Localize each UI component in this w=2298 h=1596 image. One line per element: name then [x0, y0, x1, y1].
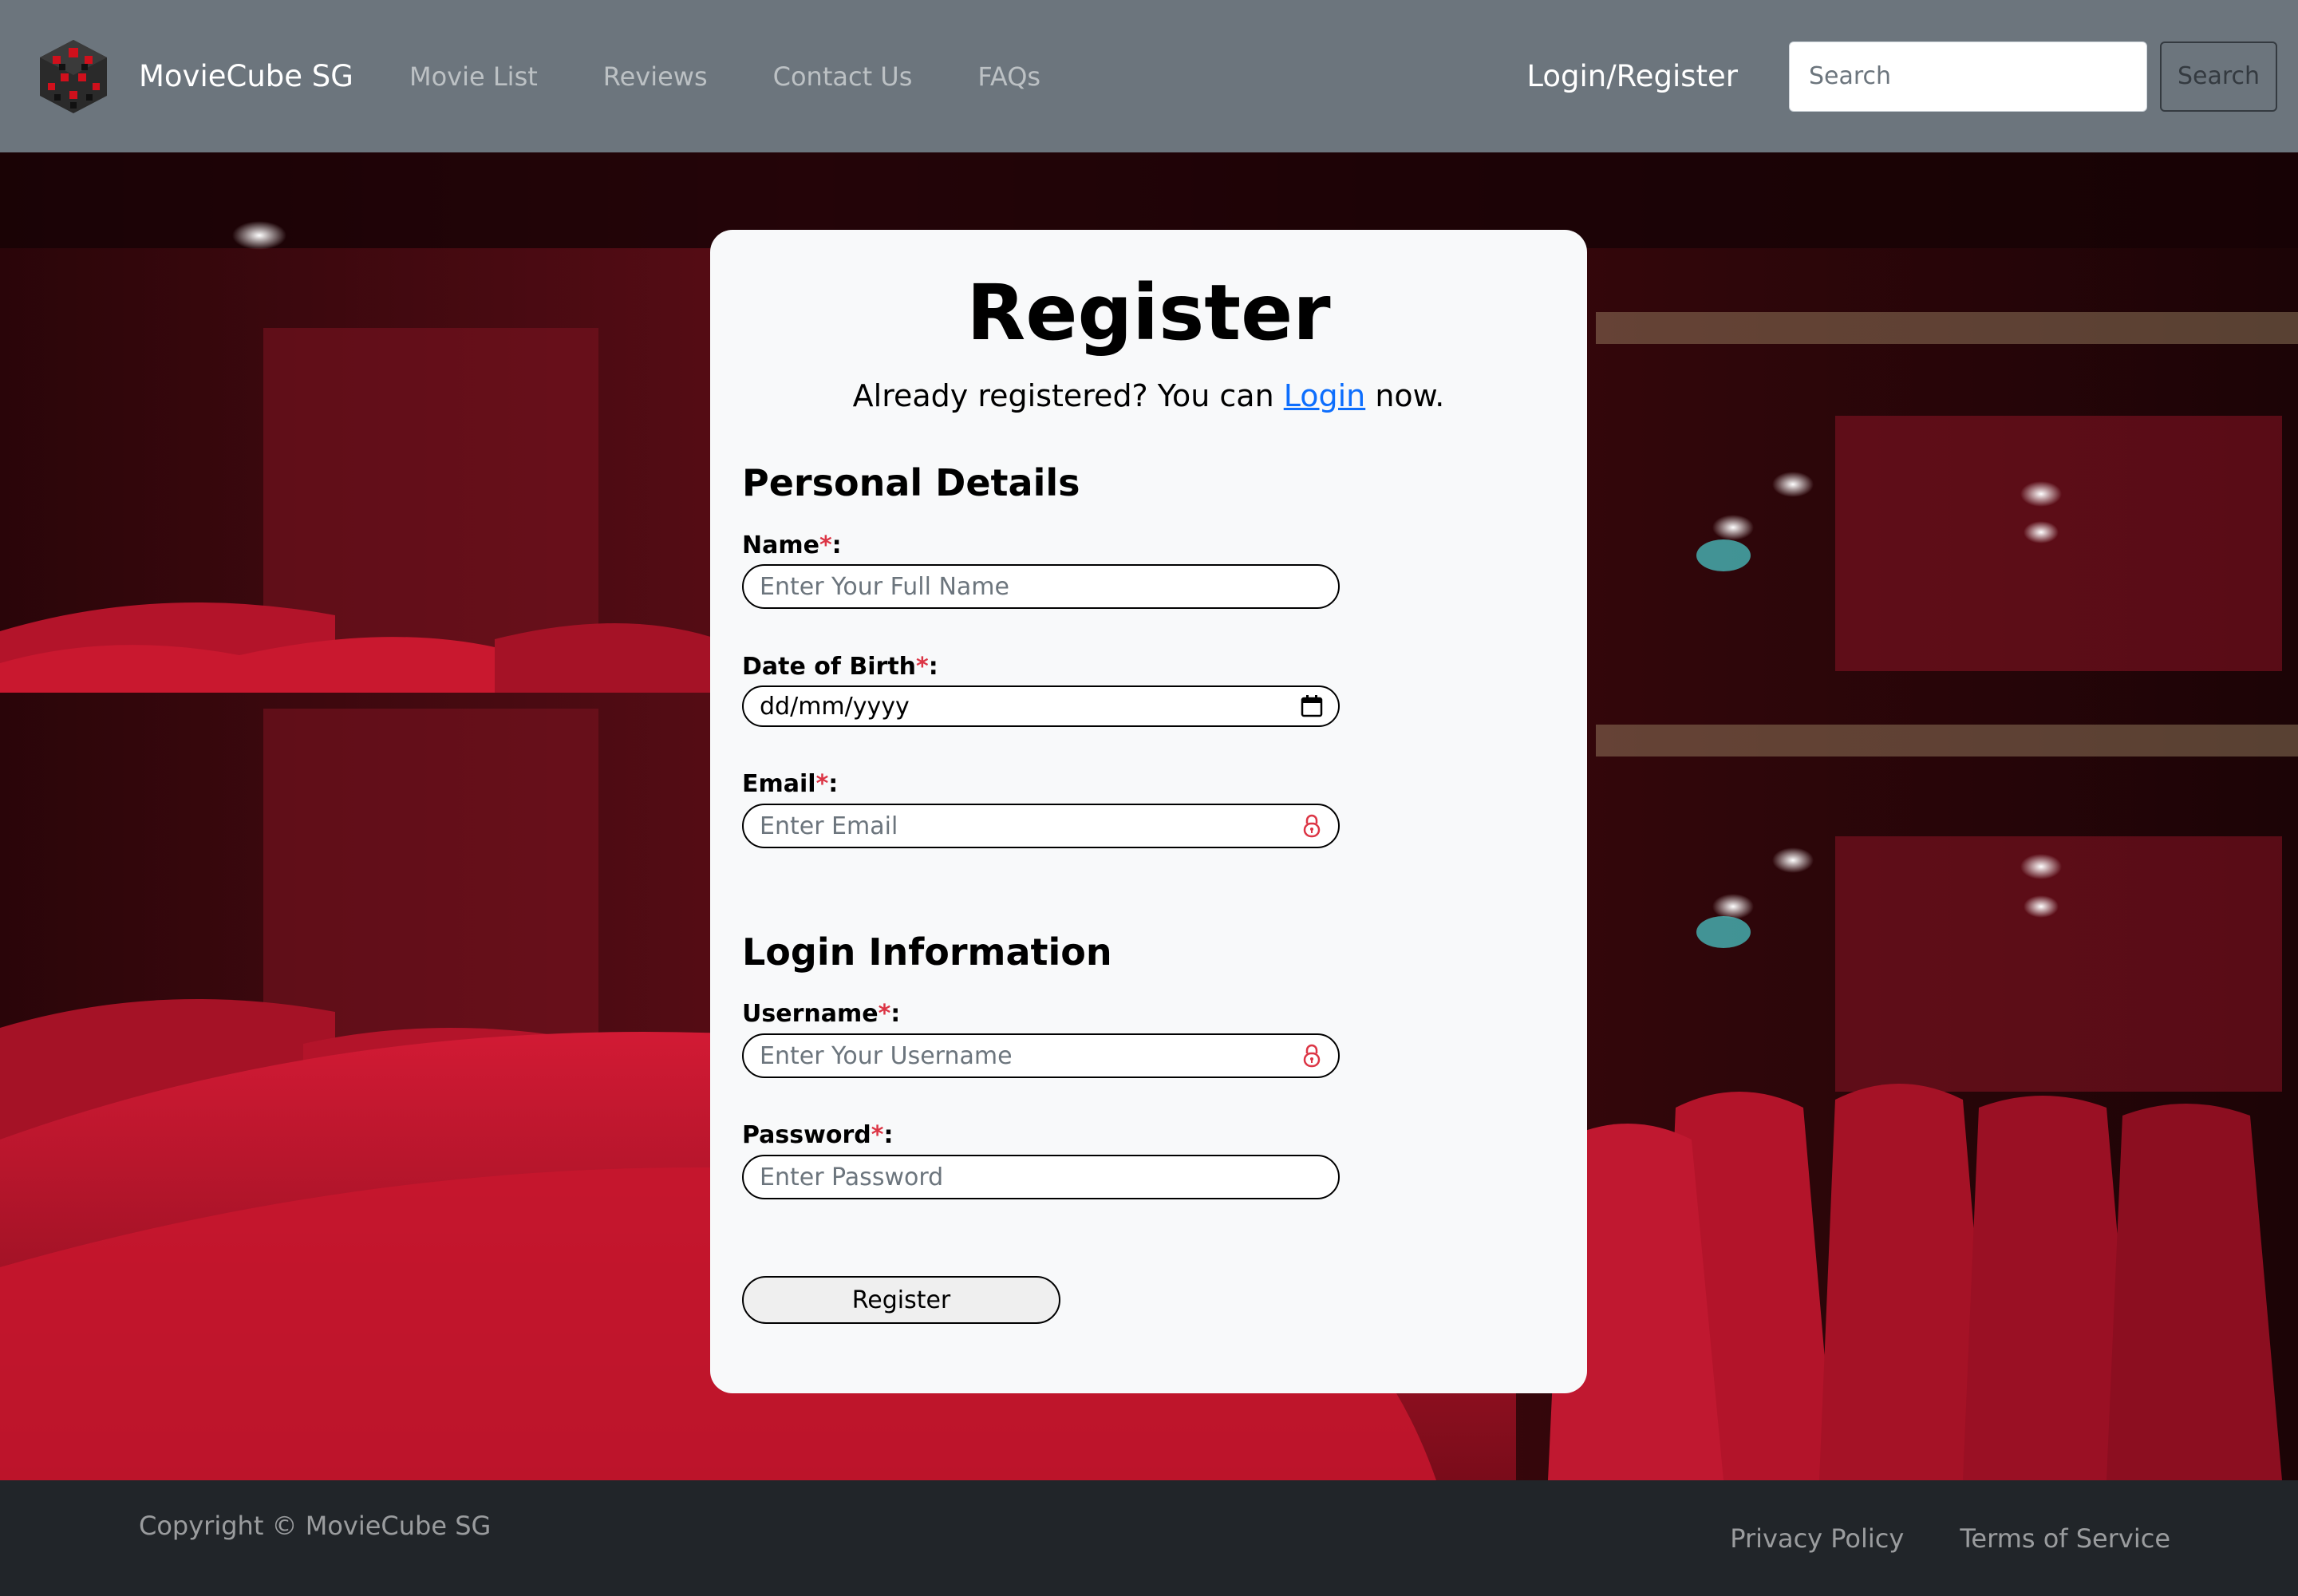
register-page: MovieCube SG Movie List Reviews Contact …	[0, 0, 2298, 1596]
footer: Copyright © MovieCube SG Privacy Policy …	[0, 1480, 2298, 1596]
search-button[interactable]: Search	[2160, 41, 2277, 112]
form-title: Register	[966, 268, 1331, 358]
nav-link-movie-list[interactable]: Movie List	[409, 61, 538, 92]
brand-name: MovieCube SG	[139, 59, 353, 93]
login-prompt: Already registered? You can Login now.	[710, 378, 1587, 413]
login-information-heading: Login Information	[742, 930, 1112, 974]
required-marker: *	[878, 1000, 891, 1028]
search-input[interactable]	[1789, 41, 2147, 112]
nav-link-contact-us[interactable]: Contact Us	[773, 61, 913, 92]
label-colon: :	[928, 653, 938, 681]
label-colon: :	[883, 1121, 894, 1149]
email-field[interactable]	[760, 812, 1300, 840]
username-label: Username*:	[742, 1000, 900, 1028]
calendar-icon[interactable]	[1300, 693, 1324, 720]
lock-icon	[1303, 814, 1321, 838]
nav-link-faqs[interactable]: FAQs	[977, 61, 1040, 92]
required-marker: *	[819, 531, 832, 559]
terms-of-service-link[interactable]: Terms of Service	[1960, 1523, 2170, 1554]
email-label: Email*:	[742, 770, 838, 798]
email-field-box	[742, 804, 1340, 848]
lock-icon	[1303, 1044, 1321, 1068]
login-register-link[interactable]: Login/Register	[1526, 59, 1738, 93]
cube-logo-icon	[40, 39, 107, 113]
email-label-text: Email	[742, 770, 816, 798]
name-field[interactable]	[760, 572, 1324, 601]
required-marker: *	[916, 653, 929, 681]
password-label: Password*:	[742, 1121, 893, 1149]
required-marker: *	[815, 770, 829, 798]
nav-link-reviews[interactable]: Reviews	[603, 61, 708, 92]
name-field-box	[742, 564, 1340, 609]
dob-label: Date of Birth*:	[742, 653, 938, 681]
dob-label-text: Date of Birth	[742, 653, 917, 681]
label-colon: :	[831, 531, 842, 559]
name-label-text: Name	[742, 531, 819, 559]
personal-details-heading: Personal Details	[742, 461, 1080, 504]
username-label-text: Username	[742, 1000, 879, 1028]
username-field[interactable]	[760, 1041, 1300, 1070]
username-field-box	[742, 1033, 1340, 1078]
brand-link[interactable]: MovieCube SG	[37, 38, 353, 115]
name-label: Name*:	[742, 531, 842, 559]
privacy-policy-link[interactable]: Privacy Policy	[1730, 1523, 1904, 1554]
dob-field[interactable]: dd/mm/yyyy	[742, 685, 1340, 727]
label-colon: :	[890, 1000, 901, 1028]
register-button[interactable]: Register	[742, 1276, 1060, 1324]
login-link[interactable]: Login	[1284, 378, 1366, 413]
register-form-card: Register Already registered? You can Log…	[710, 230, 1587, 1393]
password-label-text: Password	[742, 1121, 871, 1149]
required-marker: *	[871, 1121, 884, 1149]
navbar: MovieCube SG Movie List Reviews Contact …	[0, 0, 2298, 152]
dob-value: dd/mm/yyyy	[760, 692, 910, 721]
nav-links: Movie List Reviews Contact Us FAQs	[409, 61, 1106, 92]
copyright-text: Copyright © MovieCube SG	[139, 1511, 492, 1541]
password-field[interactable]	[760, 1163, 1324, 1191]
login-prompt-text: Already registered? You can	[852, 378, 1284, 413]
label-colon: :	[828, 770, 839, 798]
password-field-box	[742, 1155, 1340, 1199]
login-prompt-suffix: now.	[1365, 378, 1445, 413]
footer-links: Privacy Policy Terms of Service	[1674, 1523, 2170, 1554]
nav-right: Login/Register Search	[1526, 41, 2277, 112]
